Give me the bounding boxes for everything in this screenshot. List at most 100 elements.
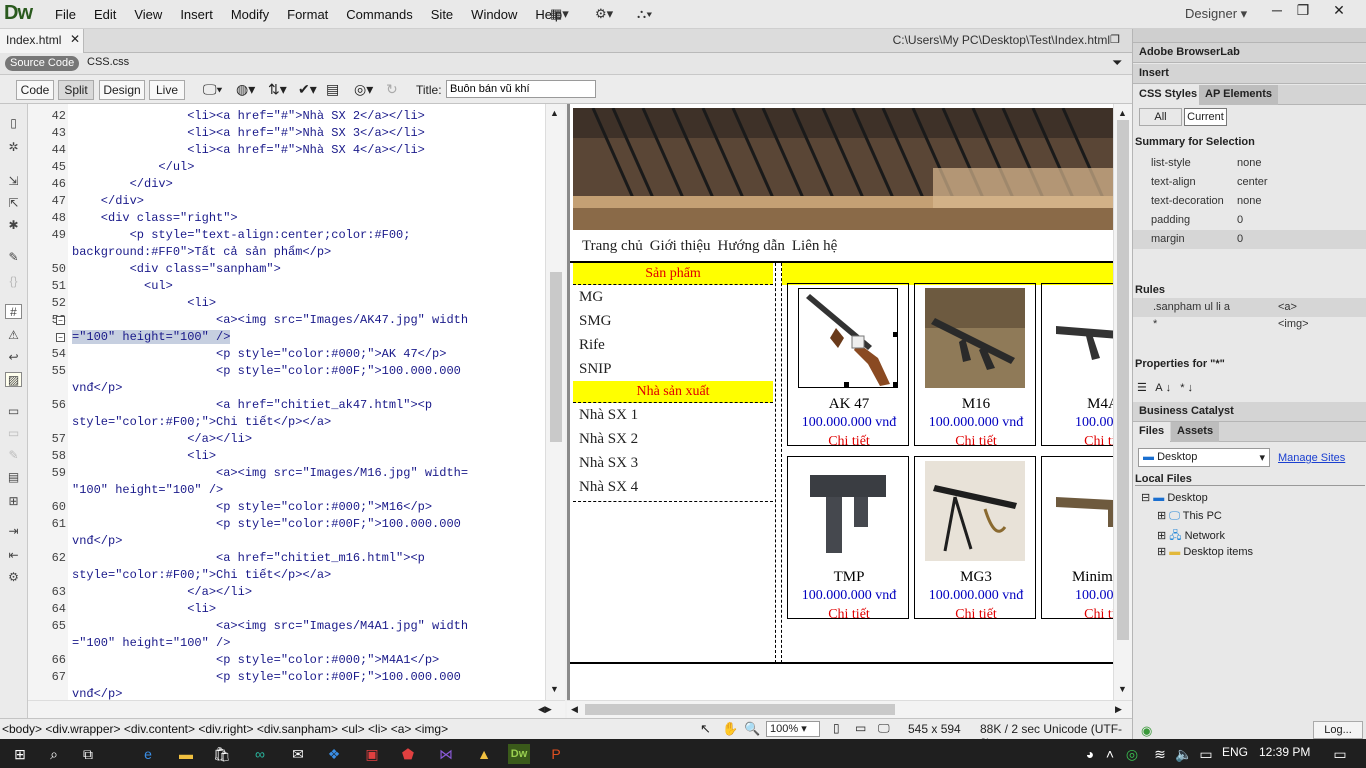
zoom-tool-icon[interactable]: 🔍 xyxy=(744,721,760,737)
apply-comment-icon[interactable]: ▭ xyxy=(5,404,22,419)
nav-guide[interactable]: Hướng dẫn xyxy=(718,238,785,255)
css-prop-row[interactable]: padding 0 xyxy=(1133,211,1366,230)
menu-modify[interactable]: Modify xyxy=(222,7,278,22)
category-item[interactable]: SNIP xyxy=(573,357,775,381)
css-prop-row[interactable]: text-align center xyxy=(1133,173,1366,192)
product-card[interactable]: M16 100.000.000 vnđ Chi tiết xyxy=(914,283,1036,449)
assets-tab[interactable]: Assets xyxy=(1171,422,1220,442)
tag-selector[interactable]: <body> <div.wrapper> <div.content> <div.… xyxy=(2,722,448,736)
code-line[interactable]: background:#FF0">Tất cả sản phẩm</p> xyxy=(72,245,331,259)
code-line[interactable]: <li> xyxy=(72,296,216,310)
dropbox-icon[interactable]: ❖ xyxy=(324,744,344,764)
maker-item[interactable]: Nhà SX 1 xyxy=(573,403,775,427)
live-view-button[interactable]: Live xyxy=(149,80,185,100)
recent-snippets-icon[interactable]: ▤ xyxy=(5,470,22,485)
zoom-select[interactable]: 100% ▾ xyxy=(766,721,820,737)
code-line[interactable]: </div> xyxy=(72,194,144,208)
code-view-button[interactable]: Code xyxy=(16,80,54,100)
fold-marker[interactable]: − xyxy=(56,316,65,325)
connect-icon[interactable]: ◉ xyxy=(1141,723,1152,739)
code-line[interactable]: <ul> xyxy=(72,279,173,293)
filter-icon[interactable]: ⏷ xyxy=(1112,55,1122,71)
select-parent-tag-icon[interactable]: ✎ xyxy=(5,250,22,265)
tmp-image[interactable] xyxy=(798,461,898,561)
remove-comment-icon[interactable]: ▭ xyxy=(5,426,22,441)
css-prop-row[interactable]: margin 0 xyxy=(1133,230,1366,249)
product-detail-link[interactable]: Chi tiết xyxy=(915,434,1037,450)
browserlab-panel[interactable]: Adobe BrowserLab xyxy=(1133,43,1366,63)
action-center-icon[interactable]: ▭ xyxy=(1330,744,1350,764)
nav-contact[interactable]: Liên hệ xyxy=(792,238,837,255)
restore-button[interactable]: ❐ xyxy=(1284,0,1322,20)
code-line[interactable]: "100" height="100" /> xyxy=(72,483,223,497)
manage-sites-link[interactable]: Manage Sites xyxy=(1278,452,1345,464)
category-item[interactable]: SMG xyxy=(573,309,775,333)
move-css-icon[interactable]: ⊞ xyxy=(5,494,22,509)
code-line[interactable]: </ul> xyxy=(72,160,194,174)
app-icon[interactable]: ▣ xyxy=(362,744,382,764)
start-icon[interactable]: ⊞ xyxy=(10,744,30,764)
balance-braces-icon[interactable]: {} xyxy=(5,274,22,289)
code-line[interactable]: vnđ</p> xyxy=(72,534,122,548)
app-icon[interactable]: ⬟ xyxy=(398,744,418,764)
css-prop-row[interactable]: text-decoration none xyxy=(1133,192,1366,211)
m16-image[interactable] xyxy=(925,288,1025,388)
line-numbers-icon[interactable]: # xyxy=(5,304,22,319)
code-line[interactable]: <p style="color:#00F;">100.000.000 xyxy=(72,670,461,684)
preview-browser-icon[interactable]: ◍▾ xyxy=(236,81,255,98)
store-icon[interactable]: 🛍 xyxy=(212,744,232,764)
mail-icon[interactable]: ✉ xyxy=(288,744,308,764)
search-icon[interactable]: ⌕ xyxy=(44,744,64,764)
indent-icon[interactable]: ⇥ xyxy=(5,524,22,539)
ak47-image[interactable] xyxy=(798,288,898,388)
syntax-coloring-icon[interactable]: ▨ xyxy=(5,372,22,387)
code-line[interactable]: vnđ</p> xyxy=(72,381,122,395)
code-horizontal-scrollbar[interactable]: ◀▶ xyxy=(28,700,565,718)
code-line[interactable]: <li><a href="#">Nhà SX 4</a></li> xyxy=(72,143,425,157)
hand-tool-icon[interactable]: ✋ xyxy=(722,721,738,737)
code-line[interactable]: <a><img src="Images/AK47.jpg" width xyxy=(72,313,468,327)
dreamweaver-taskbar-icon[interactable]: Dw xyxy=(508,744,530,764)
code-line[interactable]: <li><a href="#">Nhà SX 2</a></li> xyxy=(72,109,425,123)
site-icon[interactable]: ⛬▾ xyxy=(637,5,652,23)
menu-edit[interactable]: Edit xyxy=(85,7,125,22)
window-size[interactable]: 545 x 594 xyxy=(908,722,961,736)
css-file-tab[interactable]: CSS.css xyxy=(87,56,129,68)
product-detail-link[interactable]: Chi tiết xyxy=(788,434,910,450)
gear-icon[interactable]: ⚙▾ xyxy=(595,5,613,23)
format-source-icon[interactable]: ⚙ xyxy=(5,570,22,585)
insert-panel[interactable]: Insert xyxy=(1133,64,1366,84)
task-view-icon[interactable]: ⧉ xyxy=(78,744,98,764)
tree-item-this-pc[interactable]: ⊞ 🖵 This PC xyxy=(1157,509,1222,523)
visual-aids-icon[interactable]: ◎▾ xyxy=(354,81,373,98)
expand-all-icon[interactable]: ✱ xyxy=(5,218,22,233)
tree-item-desktop-items[interactable]: ⊞ ▬ Desktop items xyxy=(1157,545,1253,558)
collapse-tag-icon[interactable]: ⇲ xyxy=(5,174,22,189)
wrap-tag-icon[interactable]: ✎ xyxy=(5,448,22,463)
css-prop-row[interactable]: list-style none xyxy=(1133,154,1366,173)
design-view-button[interactable]: Design xyxy=(99,80,145,100)
code-line[interactable]: </div> xyxy=(72,177,173,191)
maker-item[interactable]: Nhà SX 2 xyxy=(573,427,775,451)
tray-chevron-icon[interactable]: ˄ xyxy=(1100,744,1120,764)
show-code-navigator-icon[interactable]: ✲ xyxy=(5,140,22,155)
maker-item[interactable]: Nhà SX 4 xyxy=(573,475,775,499)
code-line[interactable]: <p style="color:#00F;">100.000.000 xyxy=(72,517,461,531)
rule-row[interactable]: * <img> xyxy=(1133,315,1366,334)
category-item[interactable]: MG xyxy=(573,285,775,309)
tray-icon[interactable]: ◎ xyxy=(1122,744,1142,764)
maker-item[interactable]: Nhà SX 3 xyxy=(573,451,775,475)
notification-icon[interactable]: ▭ xyxy=(1196,744,1216,764)
powerpoint-icon[interactable]: P xyxy=(546,744,566,764)
css-styles-tab[interactable]: CSS Styles xyxy=(1133,85,1204,105)
product-card[interactable]: AK 47 100.000.000 vnđ Chi tiết xyxy=(787,283,909,449)
menu-site[interactable]: Site xyxy=(422,7,462,22)
nav-about[interactable]: Giới thiệu xyxy=(650,238,711,255)
code-line[interactable]: <a><img src="Images/M16.jpg" width= xyxy=(72,466,468,480)
check-page-icon[interactable]: ▤ xyxy=(326,81,339,98)
code-line[interactable]: <a href="chitiet_ak47.html"><p xyxy=(72,398,432,412)
site-select[interactable]: ▬ Desktop ▾ xyxy=(1138,448,1270,467)
design-view[interactable]: Trang chủ Giới thiệu Hướng dẫn Liên hệ S… xyxy=(567,104,1132,700)
open-documents-icon[interactable]: ▯ xyxy=(5,116,22,131)
collapse-selection-icon[interactable]: ⇱ xyxy=(5,196,22,211)
